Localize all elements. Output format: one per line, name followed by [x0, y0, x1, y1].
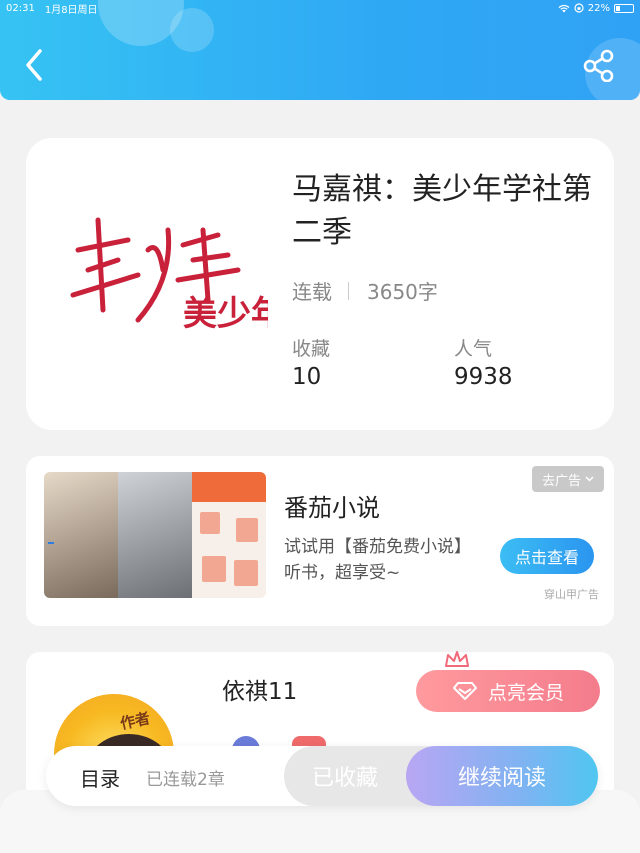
book-info-card: 美少年学社 马嘉祺：美少年学社第二季 连载 3650字 收藏 10 人气 993… — [26, 138, 614, 430]
book-meta: 连载 3650字 — [292, 276, 438, 305]
ad-app-name: 番茄小说 — [284, 494, 380, 522]
collected-label: 已收藏 — [312, 766, 379, 791]
book-title: 马嘉祺：美少年学社第二季 — [292, 172, 592, 250]
share-button[interactable] — [582, 48, 616, 83]
top-header: 02:31 1月8日周日 22% — [0, 0, 640, 100]
status-date: 1月8日周日 — [44, 4, 98, 16]
book-cover[interactable]: 美少年学社 — [68, 200, 353, 340]
serial-status: 连载 — [292, 280, 332, 304]
ad-image-panel — [118, 472, 192, 598]
continue-label: 继续阅读 — [457, 766, 546, 791]
book-cover-art: 美少年学社 — [70, 217, 353, 334]
remove-ad-button[interactable]: 去广告 — [532, 466, 604, 492]
continue-reading-button[interactable]: 继续阅读 — [406, 746, 598, 806]
popularity-value: 9938 — [454, 364, 513, 390]
wifi-icon — [558, 4, 570, 12]
status-bar: 02:31 1月8日周日 22% — [0, 0, 640, 16]
ad-source-label: 穿山甲广告 — [544, 588, 599, 601]
ad-image-panel — [44, 472, 118, 598]
battery-icon — [614, 3, 634, 13]
vip-label: 点亮会员 — [487, 681, 564, 704]
ad-image-tag — [48, 542, 54, 544]
share-icon — [583, 49, 614, 83]
chevron-down-icon — [585, 476, 594, 482]
ad-view-button[interactable]: 点击查看 — [500, 538, 594, 574]
chevron-left-icon — [26, 49, 42, 81]
activate-vip-button[interactable]: 点亮会员 — [416, 670, 600, 712]
author-name: 依祺11 — [222, 679, 298, 705]
ad-card[interactable]: 番茄小说 试试用【番茄免费小说】听书，超享受~ 去广告 点击查看 穿山甲广告 — [26, 456, 614, 626]
cover-title-text: 美少年学社 — [183, 294, 268, 334]
diamond-icon — [452, 682, 477, 700]
status-time: 02:31 — [6, 2, 35, 14]
chapter-count: 已连载2章 — [146, 770, 225, 790]
back-button[interactable] — [20, 47, 50, 83]
toc-button[interactable]: 目录 — [80, 763, 120, 792]
popularity-label: 人气 — [454, 338, 493, 360]
bottom-action-bar: 目录 已连载2章 已收藏 继续阅读 — [46, 746, 598, 806]
battery-percent: 22% — [587, 2, 610, 14]
favorites-label: 收藏 — [292, 338, 331, 360]
word-count: 3650字 — [367, 280, 438, 304]
ad-image[interactable] — [44, 472, 266, 598]
meta-divider — [348, 281, 349, 300]
lock-rotation-icon — [574, 3, 584, 13]
remove-ad-label: 去广告 — [541, 473, 581, 489]
crown-icon — [445, 651, 469, 667]
ad-description: 试试用【番茄免费小说】听书，超享受~ — [284, 537, 463, 583]
favorites-value: 10 — [292, 364, 322, 390]
ad-image-panel — [192, 472, 266, 598]
